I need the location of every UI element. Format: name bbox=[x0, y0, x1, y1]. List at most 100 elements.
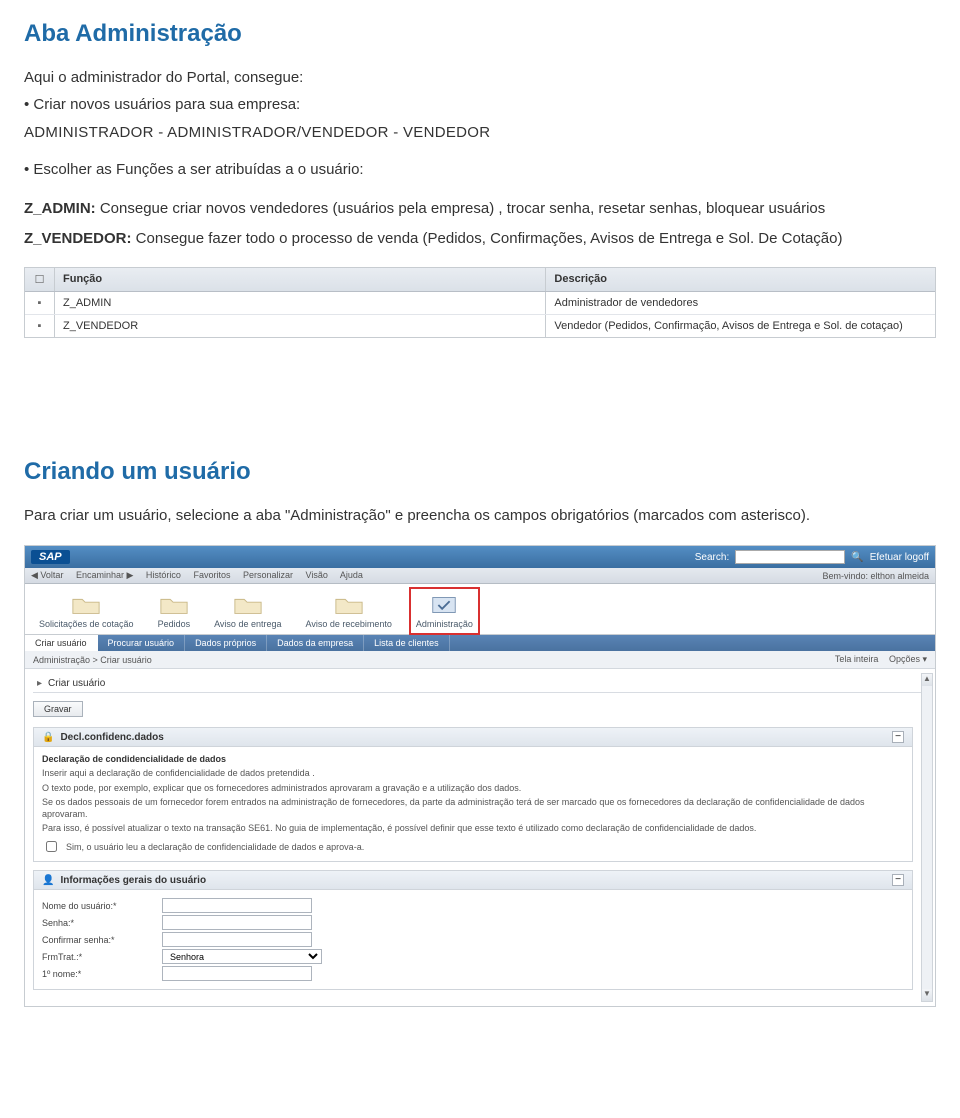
nav-back[interactable]: ◀ Voltar bbox=[31, 570, 63, 580]
nav-view[interactable]: Visão bbox=[306, 570, 328, 580]
sap-portal-window: SAP Search: 🔍 Efetuar logoff ◀ Voltar En… bbox=[24, 545, 936, 1007]
main-tabs-bar: Solicitações de cotação Pedidos Aviso de… bbox=[25, 584, 935, 635]
select-frmtrat[interactable]: Senhora bbox=[162, 949, 322, 964]
collapse-icon[interactable]: − bbox=[892, 874, 904, 886]
vertical-scrollbar[interactable]: ▲ ▼ bbox=[921, 673, 933, 1002]
folder-icon bbox=[334, 593, 364, 617]
subtab-procurar-usuario[interactable]: Procurar usuário bbox=[98, 635, 186, 651]
table-row: ▪ Z_ADMIN Administrador de vendedores bbox=[25, 292, 935, 315]
z-admin-def: Z_ADMIN: Consegue criar novos vendedores… bbox=[24, 197, 936, 221]
section1-title: Aba Administração bbox=[24, 20, 936, 48]
folder-icon bbox=[71, 593, 101, 617]
col-header-descricao[interactable]: Descrição bbox=[546, 268, 935, 291]
label-senha: Senha:* bbox=[42, 918, 162, 928]
panel1-heading: Declaração de condidencialidade de dados bbox=[42, 753, 904, 765]
section2-text: Para criar um usuário, selecione a aba "… bbox=[24, 504, 936, 527]
intro-text: Aqui o administrador do Portal, consegue… bbox=[24, 66, 936, 89]
gravar-button[interactable]: Gravar bbox=[33, 701, 83, 717]
breadcrumb-bar: Administração > Criar usuário Tela intei… bbox=[25, 651, 935, 669]
input-primeiro-nome[interactable] bbox=[162, 966, 312, 981]
search-label: Search: bbox=[695, 552, 729, 563]
input-confirmar-senha[interactable] bbox=[162, 932, 312, 947]
z-admin-label: Z_ADMIN: bbox=[24, 200, 96, 217]
row-marker-icon: ▪ bbox=[25, 315, 55, 337]
tab-label: Pedidos bbox=[158, 619, 191, 629]
subtab-dados-empresa[interactable]: Dados da empresa bbox=[267, 635, 364, 651]
cell-funcao: Z_ADMIN bbox=[55, 292, 546, 314]
welcome-text: Bem-vindo: elthon almeida bbox=[822, 571, 929, 581]
nav-history[interactable]: Histórico bbox=[146, 570, 181, 580]
panel1-line1: Inserir aqui a declaração de confidencia… bbox=[42, 767, 904, 779]
table-row: ▪ Z_VENDEDOR Vendedor (Pedidos, Confirma… bbox=[25, 315, 935, 337]
folder-icon bbox=[159, 593, 189, 617]
sap-roles-table: ☐ Função Descrição ▪ Z_ADMIN Administrad… bbox=[24, 267, 936, 338]
tela-inteira-link[interactable]: Tela inteira bbox=[835, 654, 879, 664]
admin-icon bbox=[429, 593, 459, 617]
cell-funcao: Z_VENDEDOR bbox=[55, 315, 546, 337]
cell-descricao: Administrador de vendedores bbox=[546, 292, 935, 314]
sap-logo: SAP bbox=[31, 550, 70, 564]
sap-topbar: SAP Search: 🔍 Efetuar logoff bbox=[25, 546, 935, 568]
search-input[interactable] bbox=[735, 550, 845, 564]
subtab-lista-clientes[interactable]: Lista de clientes bbox=[364, 635, 450, 651]
logoff-link[interactable]: Efetuar logoff bbox=[870, 552, 929, 563]
accordion-title: Criar usuário bbox=[48, 678, 105, 689]
tab-aviso-entrega[interactable]: Aviso de entrega bbox=[210, 590, 285, 632]
consent-label: Sim, o usuário leu a declaração de confi… bbox=[66, 842, 364, 852]
scroll-up-icon[interactable]: ▲ bbox=[922, 674, 932, 686]
tab-aviso-recebimento[interactable]: Aviso de recebimento bbox=[301, 590, 395, 632]
table-select-icon[interactable]: ☐ bbox=[25, 268, 55, 291]
search-icon[interactable]: 🔍 bbox=[851, 552, 863, 563]
z-admin-text: Consegue criar novos vendedores (usuário… bbox=[96, 200, 826, 217]
tab-solicitacoes-cotacao[interactable]: Solicitações de cotação bbox=[35, 590, 138, 632]
panel1-title: Decl.confidenc.dados bbox=[60, 732, 163, 743]
tab-pedidos[interactable]: Pedidos bbox=[154, 590, 195, 632]
input-nome-usuario[interactable] bbox=[162, 898, 312, 913]
section2-title: Criando um usuário bbox=[24, 458, 936, 486]
consent-checkbox[interactable] bbox=[46, 841, 57, 852]
collapse-icon[interactable]: − bbox=[892, 731, 904, 743]
nav-personalize[interactable]: Personalizar bbox=[243, 570, 293, 580]
tab-label: Aviso de entrega bbox=[214, 619, 281, 629]
opcoes-dropdown[interactable]: Opções ▾ bbox=[889, 654, 927, 664]
label-confirmar-senha: Confirmar senha:* bbox=[42, 935, 162, 945]
panel-decl-confidenc: 🔒 Decl.confidenc.dados − Declaração de c… bbox=[33, 727, 913, 862]
user-info-icon: 👤 bbox=[42, 875, 54, 886]
sub-tabs-bar: Criar usuário Procurar usuário Dados pró… bbox=[25, 635, 935, 651]
nav-favorites[interactable]: Favoritos bbox=[193, 570, 230, 580]
bullet-create-users: • Criar novos usuários para sua empresa: bbox=[24, 93, 936, 116]
row-marker-icon: ▪ bbox=[25, 292, 55, 314]
tab-label: Aviso de recebimento bbox=[305, 619, 391, 629]
content-area: ▲ ▼ ▸ Criar usuário Gravar 🔒 Decl.confid… bbox=[25, 669, 935, 1006]
folder-icon bbox=[233, 593, 263, 617]
z-vendedor-label: Z_VENDEDOR: bbox=[24, 230, 132, 247]
nav-forward[interactable]: Encaminhar ▶ bbox=[76, 570, 133, 580]
z-vendedor-def: Z_VENDEDOR: Consegue fazer todo o proces… bbox=[24, 227, 936, 251]
panel2-title: Informações gerais do usuário bbox=[60, 875, 206, 886]
z-vendedor-text: Consegue fazer todo o processo de venda … bbox=[132, 230, 843, 247]
subtab-dados-proprios[interactable]: Dados próprios bbox=[185, 635, 267, 651]
scroll-down-icon[interactable]: ▼ bbox=[922, 989, 932, 1001]
panel1-line2: O texto pode, por exemplo, explicar que … bbox=[42, 782, 904, 794]
input-senha[interactable] bbox=[162, 915, 312, 930]
tab-label: Solicitações de cotação bbox=[39, 619, 134, 629]
panel1-line3: Se os dados pessoais de um fornecedor fo… bbox=[42, 796, 904, 820]
tab-label: Administração bbox=[416, 619, 473, 629]
label-nome-usuario: Nome do usuário:* bbox=[42, 901, 162, 911]
panel1-line4: Para isso, é possível atualizar o texto … bbox=[42, 822, 904, 834]
sap-navrow: ◀ Voltar Encaminhar ▶ Histórico Favorito… bbox=[25, 568, 935, 584]
lock-icon: 🔒 bbox=[42, 732, 54, 743]
cell-descricao: Vendedor (Pedidos, Confirmação, Avisos d… bbox=[546, 315, 935, 337]
label-primeiro-nome: 1º nome:* bbox=[42, 969, 162, 979]
tab-administracao[interactable]: Administração bbox=[412, 590, 477, 632]
accordion-criar-usuario[interactable]: ▸ Criar usuário bbox=[33, 675, 927, 693]
admin-types-line: ADMINISTRADOR - ADMINISTRADOR/VENDEDOR -… bbox=[24, 121, 936, 144]
panel-info-usuario: 👤 Informações gerais do usuário − Nome d… bbox=[33, 870, 913, 990]
label-frmtrat: FrmTrat.:* bbox=[42, 952, 162, 962]
nav-help[interactable]: Ajuda bbox=[340, 570, 363, 580]
bullet-functions: • Escolher as Funções a ser atribuídas a… bbox=[24, 158, 936, 181]
subtab-criar-usuario[interactable]: Criar usuário bbox=[25, 635, 98, 651]
breadcrumb: Administração > Criar usuário bbox=[33, 655, 152, 665]
chevron-right-icon: ▸ bbox=[37, 678, 42, 689]
col-header-funcao[interactable]: Função bbox=[55, 268, 546, 291]
